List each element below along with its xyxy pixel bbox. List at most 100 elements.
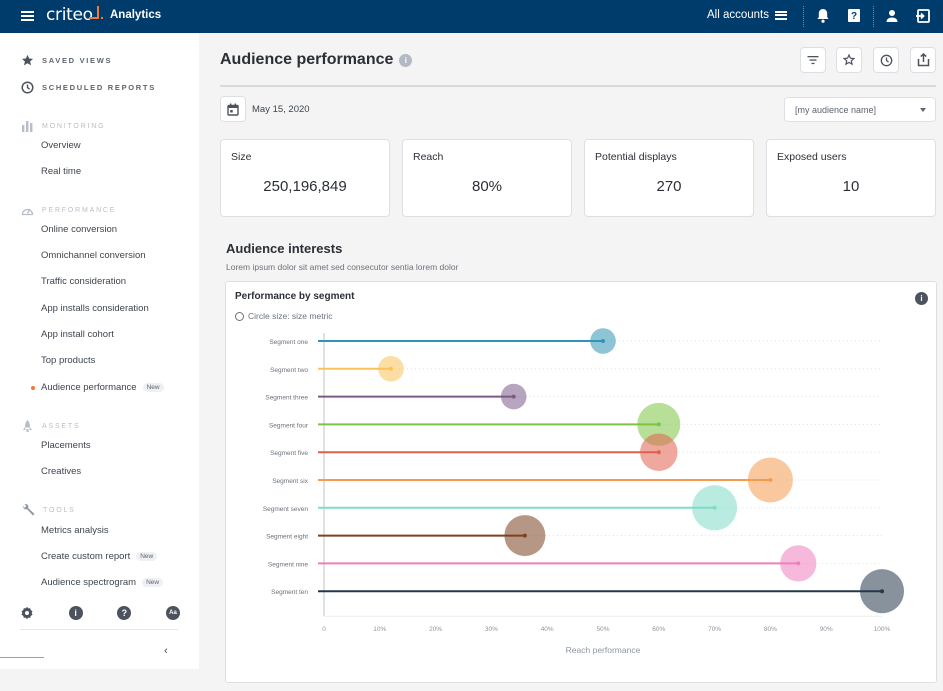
x-tick-label: 20% (429, 626, 442, 633)
segment-point (768, 478, 773, 482)
horizontal-scrollbar[interactable] (0, 657, 44, 658)
x-tick-label: 50% (596, 626, 609, 633)
sidebar-item-label: Audience spectrogram (41, 577, 137, 588)
sidebar-item-app-install-cohort[interactable]: App install cohort (41, 329, 114, 340)
share-icon (917, 53, 929, 67)
section-label: PERFORMANCE (42, 206, 117, 214)
chart-title: Performance by segment (235, 291, 355, 302)
kpi-card-size: Size 250,196,849 (220, 139, 390, 217)
sidebar-scheduled-reports[interactable]: SCHEDULED REPORTS (21, 81, 156, 94)
category-label: Segment two (270, 367, 308, 374)
kpi-label: Potential displays (595, 151, 677, 163)
segment-point (388, 366, 393, 371)
filter-button[interactable] (800, 47, 826, 73)
audience-select[interactable]: [my audience name] (784, 97, 936, 122)
logo-mark-icon (89, 6, 99, 19)
help-icon[interactable]: ? (117, 606, 132, 620)
help-icon[interactable]: ? (845, 7, 863, 25)
sidebar-item-create-custom-report[interactable]: Create custom report New (41, 551, 158, 562)
sidebar-item-overview[interactable]: Overview (41, 140, 81, 151)
kpi-value: 80% (471, 178, 503, 195)
info-icon[interactable]: i (399, 53, 413, 67)
segment-point (522, 533, 527, 538)
font-size-icon[interactable]: Aa (165, 606, 180, 620)
kpi-label: Reach (413, 151, 444, 163)
kpi-card-reach: Reach 80% (402, 139, 572, 217)
x-tick-label: 0 (322, 626, 326, 633)
new-badge: New (136, 552, 158, 561)
sidebar-item-label: App install cohort (41, 329, 114, 340)
circle-size-icon (235, 311, 244, 321)
sidebar-item-label: App installs consideration (41, 303, 149, 314)
x-tick-label: 80% (764, 626, 777, 633)
x-tick-label: 40% (541, 626, 554, 633)
sidebar-item-metrics-analysis[interactable]: Metrics analysis (41, 525, 109, 536)
settings-icon[interactable] (20, 606, 34, 625)
logout-icon[interactable] (914, 7, 932, 25)
segment-point (601, 339, 605, 343)
sidebar-item-omnichannel-conversion[interactable]: Omnichannel conversion (41, 250, 146, 261)
active-indicator (31, 386, 35, 390)
sidebar-item-audience-performance[interactable]: Audience performance New (41, 382, 164, 393)
segment-point (511, 394, 516, 399)
svg-text:?: ? (851, 11, 857, 22)
gauge-icon (21, 208, 34, 216)
x-tick-label: 30% (485, 626, 498, 633)
sidebar-item-label: Create custom report (41, 551, 131, 562)
chart-legend: Circle size: size metric (235, 311, 333, 321)
sidebar-scheduled-reports-label: SCHEDULED REPORTS (42, 83, 156, 92)
section-label: MONITORING (42, 122, 106, 130)
caret-down-icon (920, 108, 926, 112)
sidebar-item-app-installs-consideration[interactable]: App installs consideration (41, 303, 149, 314)
sidebar-item-label: Creatives (41, 466, 82, 477)
bell-icon[interactable] (814, 7, 832, 25)
user-icon[interactable] (883, 7, 901, 25)
kpi-label: Size (231, 151, 252, 163)
performance-by-segment-chart: Segment one Segment two Segment three Segme… (263, 328, 905, 655)
sidebar-item-placements[interactable]: Placements (41, 440, 91, 451)
all-accounts-button[interactable]: All accounts (707, 9, 788, 21)
divider (20, 629, 178, 630)
info-icon[interactable]: i (68, 606, 83, 620)
menu-icon[interactable] (21, 11, 34, 21)
sidebar-item-label: Online conversion (41, 224, 118, 235)
favorite-button[interactable] (836, 47, 862, 73)
category-label: Segment nine (268, 561, 308, 568)
sidebar-bottom-icons: i ? Aa (20, 606, 180, 625)
sidebar-item-label: Real time (41, 166, 82, 177)
sidebar-item-top-products[interactable]: Top products (41, 355, 95, 366)
chart-info-icon[interactable]: i (915, 292, 928, 305)
date-picker-button[interactable] (220, 96, 246, 122)
collapse-sidebar-button[interactable]: ‹ (164, 645, 168, 657)
clock-icon (21, 81, 34, 94)
schedule-button[interactable] (873, 47, 899, 73)
header-divider (220, 85, 936, 87)
sidebar-saved-views[interactable]: SAVED VIEWS (21, 54, 112, 67)
sidebar-item-label: Audience performance (41, 382, 137, 393)
share-button[interactable] (910, 47, 936, 73)
divider (873, 6, 874, 27)
sidebar-section-monitoring: MONITORING (21, 120, 105, 132)
sidebar-item-audience-spectrogram[interactable]: Audience spectrogram New (41, 577, 164, 588)
sidebar-item-online-conversion[interactable]: Online conversion (41, 224, 117, 235)
top-bar: criteo Analytics All accounts ? (0, 0, 943, 33)
sidebar-section-performance: PERFORMANCE (21, 204, 116, 216)
category-label: Segment three (265, 395, 308, 402)
sidebar-saved-views-label: SAVED VIEWS (42, 56, 113, 65)
category-label: Segment eight (266, 534, 308, 541)
sidebar-item-real-time[interactable]: Real time (41, 166, 81, 177)
category-label: Segment one (269, 339, 308, 346)
page-title-text: Audience performance (220, 51, 394, 68)
sidebar-item-creatives[interactable]: Creatives (41, 466, 81, 477)
new-badge: New (142, 578, 164, 587)
rocket-icon (23, 420, 32, 432)
category-label: Segment five (270, 450, 308, 457)
x-tick-label: 60% (652, 626, 665, 633)
sidebar-item-traffic-consideration[interactable]: Traffic consideration (41, 276, 126, 287)
segment-point (656, 450, 661, 455)
category-label: Segment six (272, 478, 309, 485)
category-label: Segment ten (271, 589, 308, 596)
calendar-icon (227, 103, 239, 116)
bar-chart-icon (22, 121, 33, 132)
page-title: Audience performance i (220, 51, 413, 69)
